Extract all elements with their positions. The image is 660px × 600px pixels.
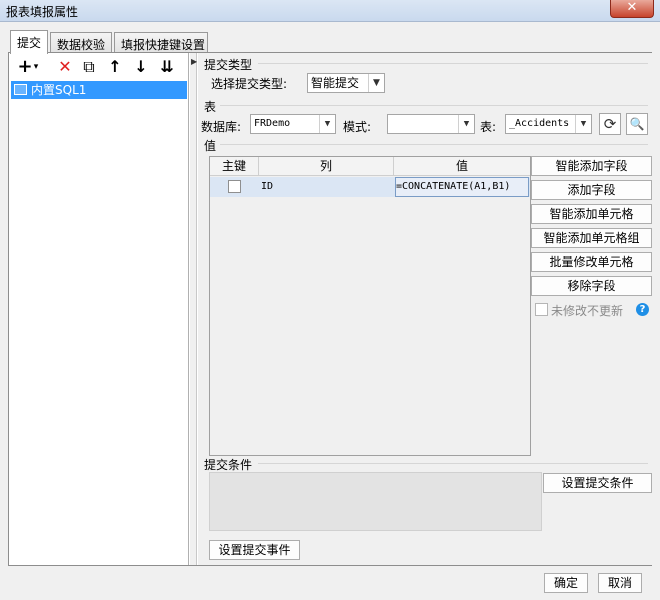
table-value: _Accidents xyxy=(509,118,570,129)
column-header-primary-key[interactable]: 主键 xyxy=(210,157,259,176)
mode-select[interactable]: ▼ xyxy=(387,114,475,134)
list-item-label: 内置SQL1 xyxy=(31,83,87,97)
smart-add-cell-group-button[interactable]: 智能添加单元格组 xyxy=(531,228,652,248)
chevron-down-icon: ▼ xyxy=(319,115,335,133)
divider xyxy=(258,463,648,464)
delete-icon: ✕ xyxy=(58,57,72,76)
primary-key-checkbox[interactable] xyxy=(228,180,241,193)
submit-condition-area xyxy=(209,472,542,531)
close-icon: ✕ xyxy=(626,0,638,15)
delete-button[interactable]: ✕ xyxy=(55,57,75,77)
help-icon[interactable]: ? xyxy=(636,303,649,316)
ok-button[interactable]: 确定 xyxy=(544,573,588,593)
table-label: 表: xyxy=(480,120,497,134)
mode-label: 模式: xyxy=(343,120,372,134)
row-column-cell[interactable]: ID xyxy=(260,177,394,197)
chevron-down-icon: ▼ xyxy=(458,115,474,133)
table-header: 主键 列 值 xyxy=(210,157,530,176)
move-up-button[interactable]: ↑ xyxy=(105,57,125,77)
table-row[interactable]: ID =CONCATENATE(A1,B1) xyxy=(210,177,530,197)
move-down-button[interactable]: ↓ xyxy=(131,57,151,77)
copy-button[interactable]: ⧉ xyxy=(79,57,99,77)
arrow-down-icon: ↓ xyxy=(134,57,148,76)
submit-type-select[interactable]: 智能提交 ▼ xyxy=(307,73,385,93)
value-section-label: 值 xyxy=(204,139,217,153)
row-value-cell[interactable]: =CONCATENATE(A1,B1) xyxy=(395,177,529,197)
database-label: 数据库: xyxy=(201,120,242,134)
smart-add-field-button[interactable]: 智能添加字段 xyxy=(531,156,652,176)
preview-table-button[interactable]: 🔍 xyxy=(626,113,648,135)
preview-icon: 🔍 xyxy=(629,117,645,131)
submit-settings-panel: 提交类型 选择提交类型: 智能提交 ▼ 表 数据库: FRDemo ▼ 模式: … xyxy=(198,53,652,565)
no-update-unmodified-checkbox[interactable] xyxy=(535,303,548,316)
tab-shortcut-settings-label: 填报快捷键设置 xyxy=(121,38,206,52)
no-update-unmodified-label: 未修改不更新 xyxy=(551,304,624,318)
divider xyxy=(220,144,648,145)
table-select[interactable]: _Accidents ▼ xyxy=(505,114,592,134)
add-menu-button[interactable]: ▾ xyxy=(31,57,41,77)
tab-shortcut-settings[interactable]: 填报快捷键设置 xyxy=(114,32,208,53)
collapse-arrow-icon: ▶ xyxy=(191,57,198,66)
remove-field-button[interactable]: 移除字段 xyxy=(531,276,652,296)
smart-add-cell-button[interactable]: 智能添加单元格 xyxy=(531,204,652,224)
submit-list-panel: + ▾ ✕ ⧉ ↑ ↓ ⇊ 内置SQL1 xyxy=(9,53,189,565)
close-button[interactable]: ✕ xyxy=(610,0,654,18)
divider xyxy=(258,63,648,64)
arrow-up-icon: ↑ xyxy=(108,57,122,76)
add-field-button[interactable]: 添加字段 xyxy=(531,180,652,200)
set-submit-condition-button[interactable]: 设置提交条件 xyxy=(543,473,652,493)
chevron-down-icon: ▼ xyxy=(575,115,591,133)
title-bar: 报表填报属性 ✕ xyxy=(0,0,660,22)
database-value: FRDemo xyxy=(254,118,291,129)
tab-content-frame: + ▾ ✕ ⧉ ↑ ↓ ⇊ 内置SQL1 ▶ 提交类型 选择提交类型: 智能提交… xyxy=(8,52,652,566)
cancel-button[interactable]: 取消 xyxy=(598,573,642,593)
dialog-footer: 确定 取消 xyxy=(0,566,660,600)
column-header-value[interactable]: 值 xyxy=(394,157,530,176)
sort-icon: ⇊ xyxy=(160,57,174,76)
tab-data-validation[interactable]: 数据校验 xyxy=(50,32,112,53)
table-section-label: 表 xyxy=(204,100,217,114)
submit-condition-section-label: 提交条件 xyxy=(204,458,253,472)
field-table: 主键 列 值 ID =CONCATENATE(A1,B1) xyxy=(209,156,531,456)
database-select[interactable]: FRDemo ▼ xyxy=(250,114,336,134)
sort-button[interactable]: ⇊ xyxy=(157,57,177,77)
batch-modify-cell-button[interactable]: 批量修改单元格 xyxy=(531,252,652,272)
chevron-down-icon: ▼ xyxy=(368,74,384,92)
refresh-icon: ⟳ xyxy=(603,115,617,133)
select-submit-type-label: 选择提交类型: xyxy=(211,77,288,91)
copy-icon: ⧉ xyxy=(83,57,95,76)
database-icon xyxy=(14,84,27,95)
submit-type-value: 智能提交 xyxy=(311,76,360,90)
chevron-down-icon: ▾ xyxy=(33,62,39,72)
refresh-button[interactable]: ⟳ xyxy=(599,113,621,135)
tab-submit[interactable]: 提交 xyxy=(10,30,48,54)
tab-submit-label: 提交 xyxy=(17,36,42,50)
window-title: 报表填报属性 xyxy=(6,5,79,19)
tab-data-validation-label: 数据校验 xyxy=(57,38,106,52)
submit-type-section-label: 提交类型 xyxy=(204,58,253,72)
list-item-sql1[interactable]: 内置SQL1 xyxy=(11,81,187,99)
divider xyxy=(220,105,648,106)
column-header-column[interactable]: 列 xyxy=(259,157,394,176)
panel-splitter[interactable]: ▶ xyxy=(190,53,197,565)
set-submit-event-button[interactable]: 设置提交事件 xyxy=(209,540,300,560)
